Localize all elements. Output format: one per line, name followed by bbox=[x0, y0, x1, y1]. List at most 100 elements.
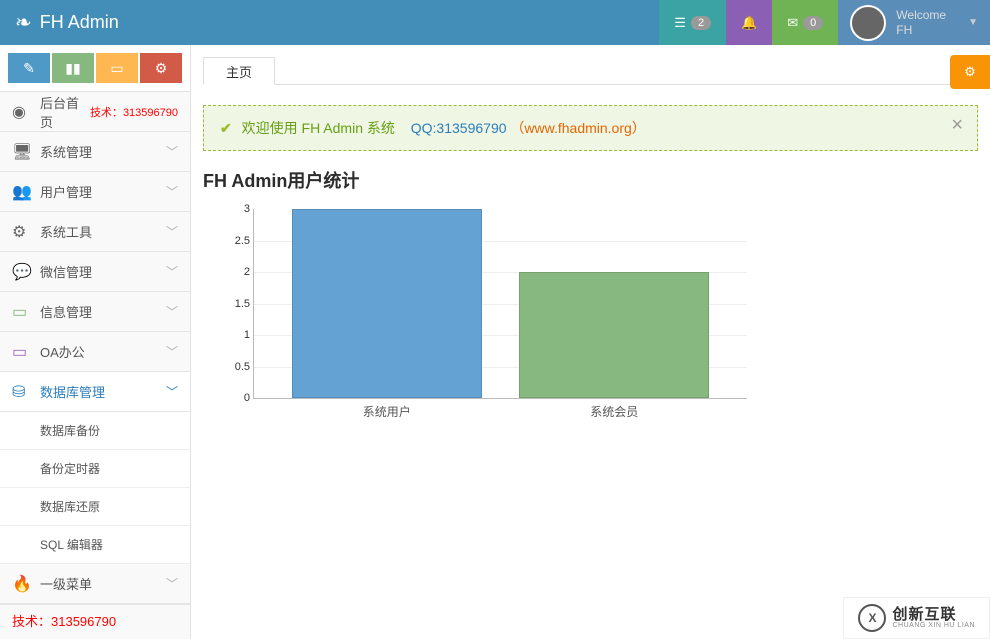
edit-button[interactable]: ✎ bbox=[8, 53, 50, 83]
mail-button[interactable]: ✉ 0 bbox=[772, 0, 838, 45]
y-tick: 2 bbox=[228, 266, 250, 278]
tab-home-label: 主页 bbox=[226, 62, 252, 81]
alert-link[interactable]: （www.fhadmin.org） bbox=[510, 120, 645, 136]
chevron-down-icon: ﹀ bbox=[166, 303, 178, 320]
nav-level1-label: 一级菜单 bbox=[40, 574, 166, 593]
y-tick: 1 bbox=[228, 329, 250, 341]
nav-oa[interactable]: ▭ OA办公 ﹀ bbox=[0, 332, 190, 372]
nav-database-submenu: 数据库备份 备份定时器 数据库还原 SQL 编辑器 bbox=[0, 412, 190, 564]
nav-database[interactable]: ⛁ 数据库管理 ﹀ bbox=[0, 372, 190, 412]
chevron-down-icon: ﹀ bbox=[166, 343, 178, 360]
x-tick: 系统用户 bbox=[363, 403, 411, 420]
sub-db-backup[interactable]: 数据库备份 bbox=[0, 412, 190, 450]
hdd-icon: ⛁ bbox=[12, 382, 34, 402]
nav-wechat[interactable]: 💬 微信管理 ﹀ bbox=[0, 252, 190, 292]
y-tick: 1.5 bbox=[228, 298, 250, 310]
book-button[interactable]: ▭ bbox=[96, 53, 138, 83]
nav-users[interactable]: 👥 用户管理 ﹀ bbox=[0, 172, 190, 212]
nav-info[interactable]: ▭ 信息管理 ﹀ bbox=[0, 292, 190, 332]
nav-database-label: 数据库管理 bbox=[40, 382, 166, 401]
desktop-icon: 🖥 bbox=[12, 142, 34, 162]
bell-icon: 🔔 bbox=[741, 15, 757, 31]
settings-button[interactable]: ⚙ bbox=[140, 53, 182, 83]
nav-oa-label: OA办公 bbox=[40, 342, 166, 361]
chevron-down-icon: ﹀ bbox=[166, 263, 178, 280]
tasks-badge: 2 bbox=[691, 16, 711, 30]
gear-icon: ⚙ bbox=[964, 64, 976, 80]
nav-system[interactable]: 🖥 系统管理 ﹀ bbox=[0, 132, 190, 172]
username: FH bbox=[896, 23, 946, 37]
y-tick: 2.5 bbox=[228, 235, 250, 247]
sub-db-restore[interactable]: 数据库还原 bbox=[0, 488, 190, 526]
sidebar: ✎ ▮▮ ▭ ⚙ ◉ 后台首页 技术：313596790 🖥 系统管理 ﹀ 👥 … bbox=[0, 45, 191, 639]
chevron-down-icon: ﹀ bbox=[166, 143, 178, 160]
check-icon: ✔ bbox=[220, 120, 232, 136]
content-area: 主页 ⚙ ✔ 欢迎使用 FH Admin 系统 QQ:313596790 （ww… bbox=[191, 45, 990, 639]
cogs-icon: ⚙ bbox=[155, 60, 168, 77]
bars-icon: ▮▮ bbox=[65, 60, 80, 77]
laptop-icon: ▭ bbox=[12, 342, 34, 362]
nav-level1[interactable]: 🔥 一级菜单 ﹀ bbox=[0, 564, 190, 604]
chevron-down-icon: ﹀ bbox=[166, 223, 178, 240]
watermark-text: 创新互联 bbox=[892, 607, 975, 622]
flame-icon: 🔥 bbox=[12, 574, 34, 594]
watermark-sub: CHUANG XIN HU LIAN bbox=[892, 622, 975, 629]
user-stats-chart: 00.511.522.53系统用户系统会员 bbox=[227, 209, 747, 429]
chevron-down-icon: ﹀ bbox=[166, 383, 178, 400]
watermark-logo-icon: X bbox=[858, 604, 886, 632]
brand-text: FH Admin bbox=[40, 12, 119, 33]
welcome-alert: ✔ 欢迎使用 FH Admin 系统 QQ:313596790 （www.fha… bbox=[203, 105, 978, 151]
nav-system-label: 系统管理 bbox=[40, 142, 166, 161]
card-icon: ▭ bbox=[12, 302, 34, 322]
nav-wechat-label: 微信管理 bbox=[40, 262, 166, 281]
tabs-bar: 主页 bbox=[203, 49, 978, 85]
book-icon: ▭ bbox=[110, 60, 123, 77]
dashboard-icon: ◉ bbox=[12, 102, 34, 122]
pencil-icon: ✎ bbox=[23, 60, 35, 77]
sub-sql-editor[interactable]: SQL 编辑器 bbox=[0, 526, 190, 564]
sub-backup-timer[interactable]: 备份定时器 bbox=[0, 450, 190, 488]
welcome-label: Welcome bbox=[896, 8, 946, 22]
nav-tools-label: 系统工具 bbox=[40, 222, 166, 241]
y-tick: 3 bbox=[228, 203, 250, 215]
mail-badge: 0 bbox=[803, 16, 823, 30]
envelope-icon: ✉ bbox=[787, 15, 798, 31]
bar bbox=[519, 272, 709, 398]
chart-title: FH Admin用户统计 bbox=[203, 167, 978, 193]
nav-home-label: 后台首页 bbox=[40, 93, 90, 131]
cog-icon: ⚙ bbox=[12, 222, 34, 242]
x-tick: 系统会员 bbox=[590, 403, 638, 420]
welcome-text: Welcome FH bbox=[896, 8, 946, 37]
tasks-icon: ☰ bbox=[674, 15, 686, 31]
brand[interactable]: ❧ FH Admin bbox=[0, 10, 134, 35]
chevron-down-icon: ﹀ bbox=[166, 575, 178, 592]
tab-home[interactable]: 主页 bbox=[203, 57, 275, 85]
top-header: ❧ FH Admin ☰ 2 🔔 ✉ 0 Welcome FH ▼ bbox=[0, 0, 990, 45]
user-menu[interactable]: Welcome FH ▼ bbox=[838, 0, 990, 45]
chart-plot: 00.511.522.53系统用户系统会员 bbox=[253, 209, 747, 399]
bar bbox=[292, 209, 482, 398]
chat-icon: 💬 bbox=[12, 262, 34, 282]
nav-home[interactable]: ◉ 后台首页 技术：313596790 bbox=[0, 92, 190, 132]
stats-button[interactable]: ▮▮ bbox=[52, 53, 94, 83]
chevron-down-icon: ▼ bbox=[968, 17, 978, 28]
sidebar-footer: 技术：313596790 bbox=[0, 604, 190, 636]
watermark: X 创新互联 CHUANG XIN HU LIAN bbox=[843, 597, 990, 639]
nav-info-label: 信息管理 bbox=[40, 302, 166, 321]
page-settings-button[interactable]: ⚙ bbox=[950, 55, 990, 89]
sidebar-toolbar: ✎ ▮▮ ▭ ⚙ bbox=[0, 45, 190, 92]
notifications-button[interactable]: 🔔 bbox=[726, 0, 772, 45]
chevron-down-icon: ﹀ bbox=[166, 183, 178, 200]
nav-users-label: 用户管理 bbox=[40, 182, 166, 201]
y-tick: 0 bbox=[228, 392, 250, 404]
y-tick: 0.5 bbox=[228, 361, 250, 373]
nav-tools[interactable]: ⚙ 系统工具 ﹀ bbox=[0, 212, 190, 252]
nav-home-right: 技术：313596790 bbox=[90, 104, 178, 120]
avatar bbox=[850, 5, 886, 41]
tasks-button[interactable]: ☰ 2 bbox=[659, 0, 726, 45]
leaf-icon: ❧ bbox=[15, 10, 32, 35]
users-icon: 👥 bbox=[12, 182, 34, 202]
alert-qq: QQ:313596790 bbox=[411, 120, 507, 136]
alert-close-button[interactable]: × bbox=[951, 114, 963, 137]
alert-text: 欢迎使用 FH Admin 系统 bbox=[242, 120, 395, 136]
